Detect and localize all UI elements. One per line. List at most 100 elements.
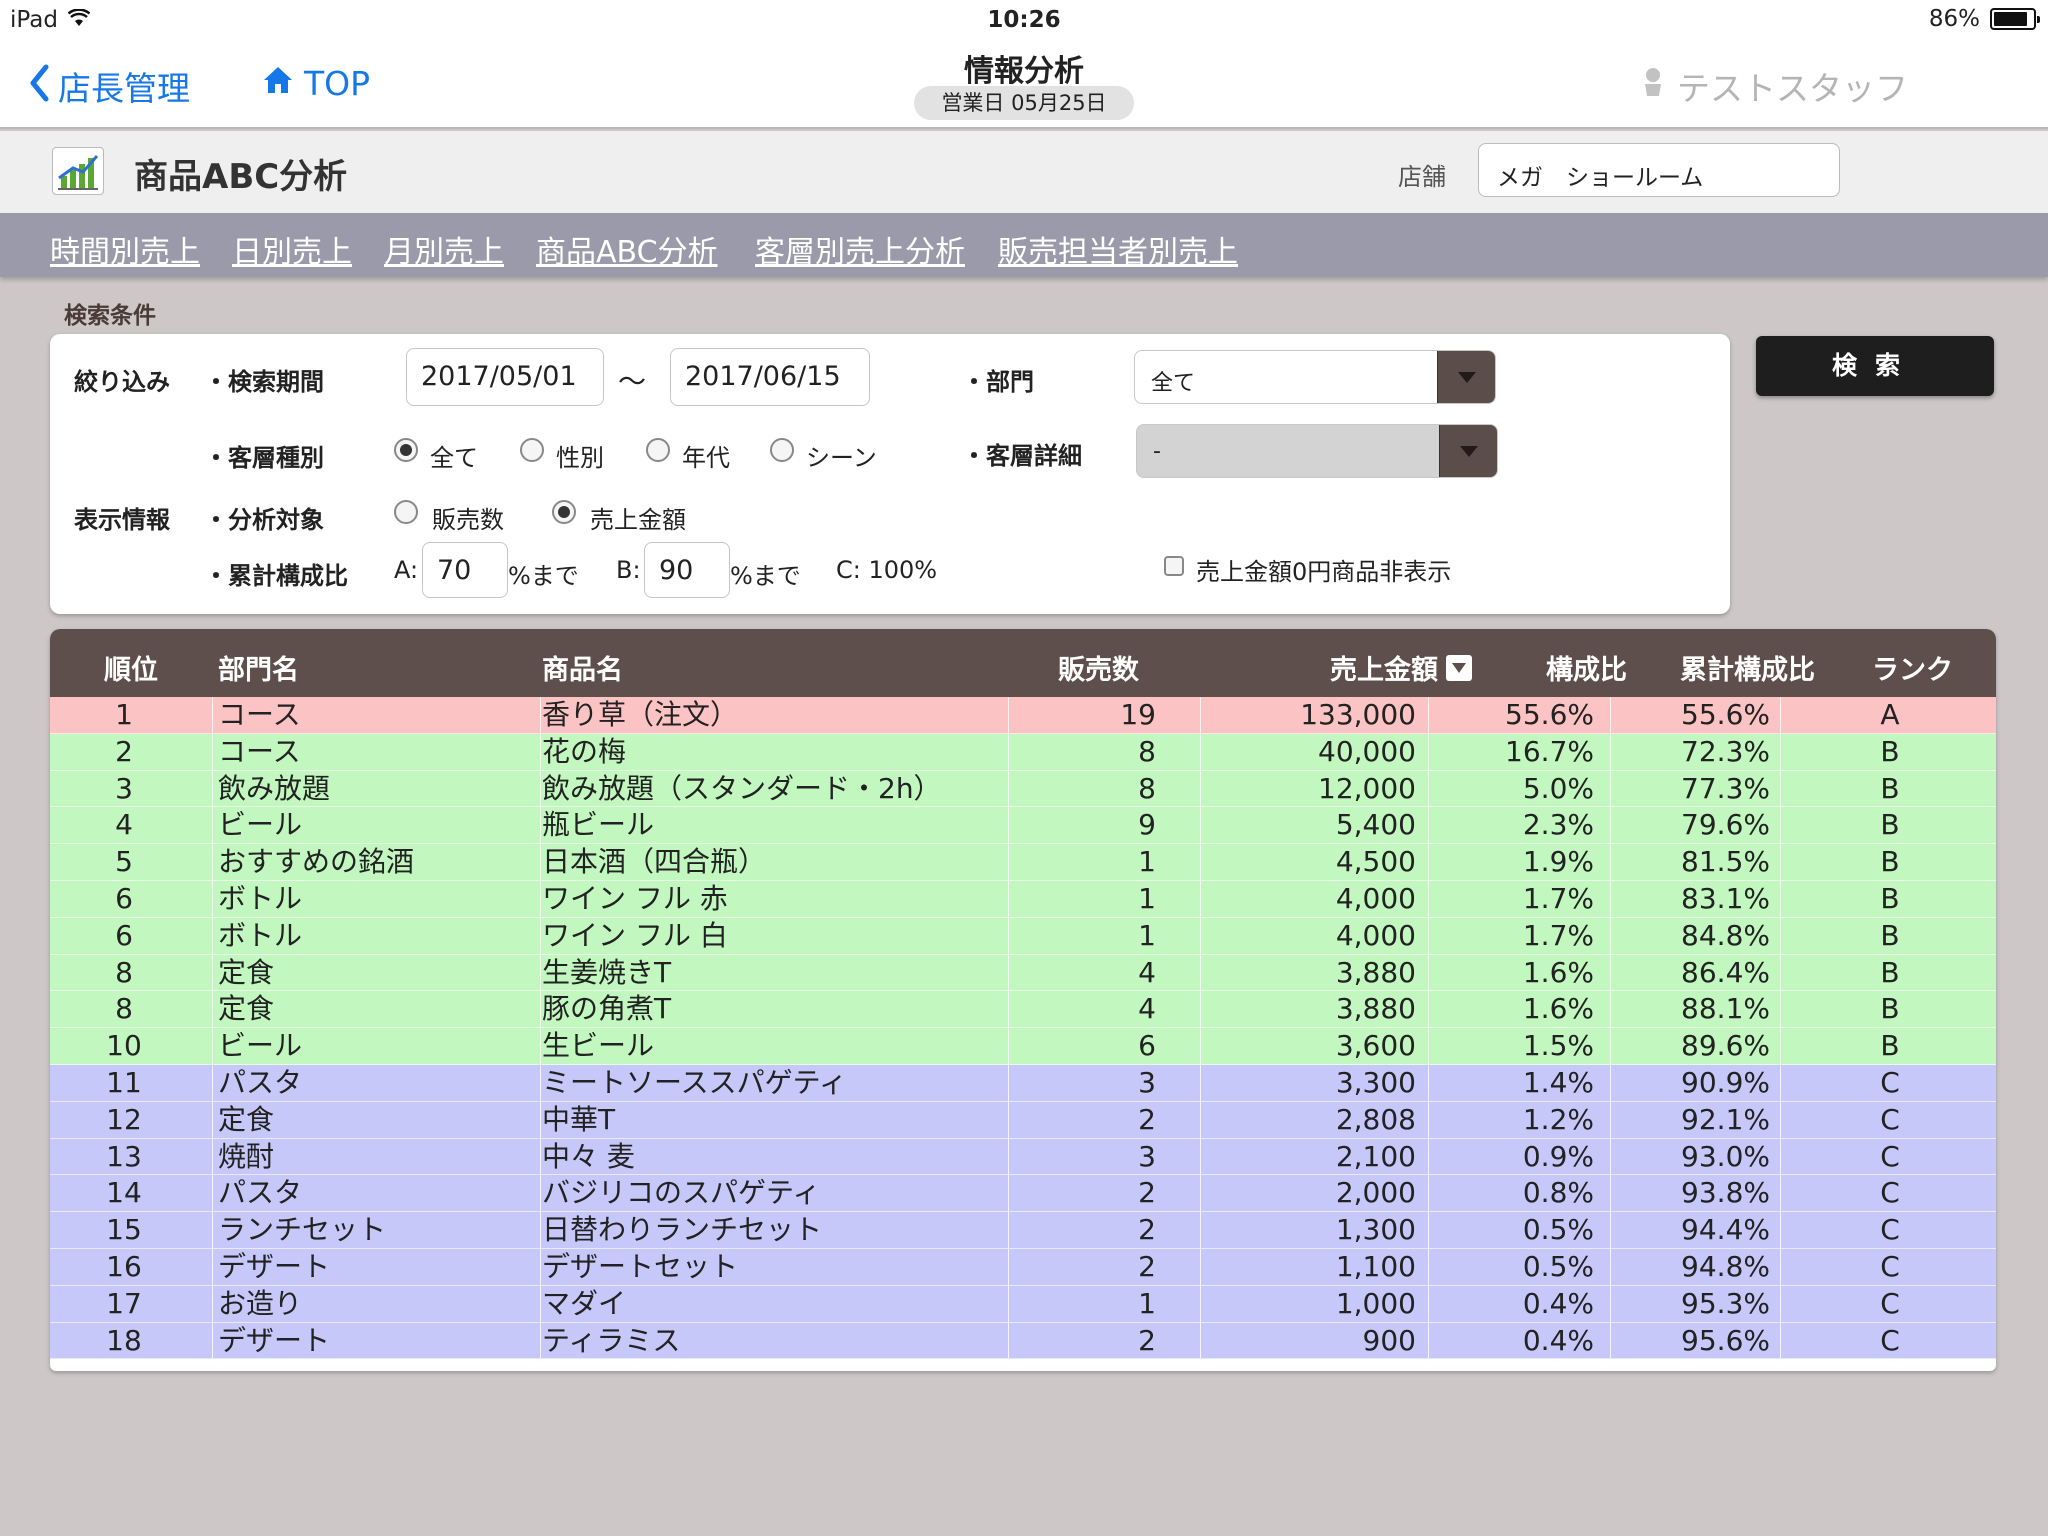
cell-grade: B <box>1880 771 1900 805</box>
cell-cumulative: 93.8% <box>1681 1176 1770 1210</box>
segment-radio-gender[interactable] <box>520 438 544 462</box>
segment-radio-age[interactable] <box>646 438 670 462</box>
table-row[interactable]: 11 パスタ ミートソーススパゲティ 3 3,300 1.4% 90.9% C <box>50 1064 1996 1102</box>
column-divider <box>1428 954 1429 991</box>
search-button[interactable]: 検索 <box>1756 336 1994 396</box>
column-divider <box>540 1322 541 1359</box>
cell-product: 生ビール <box>542 1029 655 1063</box>
table-row[interactable]: 10 ビール 生ビール 6 3,600 1.5% 89.6% B <box>50 1028 1996 1065</box>
column-divider <box>1780 770 1781 807</box>
tab-abc-analysis[interactable]: 商品ABC分析 <box>536 227 718 271</box>
navigation-bar: 店長管理 TOP 情報分析 営業日 05月25日 テストスタッフ <box>0 40 2048 129</box>
cell-product: ワイン フル 赤 <box>542 881 728 915</box>
hide-zero-sales-checkbox[interactable] <box>1164 556 1184 576</box>
table-row[interactable]: 4 ビール 瓶ビール 9 5,400 2.3% 79.6% B <box>50 807 1996 845</box>
column-divider <box>212 733 213 770</box>
column-divider <box>1610 880 1611 917</box>
table-row[interactable]: 2 コース 花の梅 8 40,000 16.7% 72.3% B <box>50 733 1996 771</box>
tab-staff-sales[interactable]: 販売担当者別売上 <box>998 227 1238 271</box>
cell-rank: 3 <box>115 771 133 805</box>
table-row[interactable]: 18 デザート ティラミス 2 900 0.4% 95.6% C <box>50 1322 1996 1360</box>
cell-grade: C <box>1880 1323 1900 1357</box>
cell-qty: 1 <box>1138 845 1156 879</box>
cumulative-ratio-label: ・累計構成比 <box>204 562 348 590</box>
cell-rank: 4 <box>115 808 133 842</box>
cell-ratio: 1.7% <box>1522 881 1594 915</box>
cell-qty: 3 <box>1138 1139 1156 1173</box>
column-divider <box>540 770 541 807</box>
b-threshold-field[interactable]: 90 <box>644 542 730 598</box>
cell-sales: 1,100 <box>1335 1249 1416 1283</box>
cell-rank: 12 <box>106 1102 142 1136</box>
table-row[interactable]: 3 飲み放題 飲み放題（スタンダード・2h） 8 12,000 5.0% 77.3% B <box>50 770 1996 808</box>
column-divider <box>1780 1322 1781 1359</box>
cell-sales: 2,000 <box>1335 1176 1416 1210</box>
cell-sales: 3,880 <box>1335 992 1416 1026</box>
table-row[interactable]: 6 ボトル ワイン フル 白 1 4,000 1.7% 84.8% B <box>50 917 1996 955</box>
table-row[interactable]: 13 焼酎 中々 麦 3 2,100 0.9% 93.0% C <box>50 1138 1996 1176</box>
column-divider <box>212 1175 213 1212</box>
table-row[interactable]: 16 デザート デザートセット 2 1,100 0.5% 94.8% C <box>50 1248 1996 1286</box>
segment-detail-select[interactable]: - <box>1136 424 1498 478</box>
cell-product: ティラミス <box>542 1323 681 1357</box>
segment-radio-scene[interactable] <box>770 438 794 462</box>
status-bar: iPad 10:26 86% <box>0 0 2048 40</box>
column-divider <box>212 954 213 991</box>
cell-sales: 5,400 <box>1335 808 1416 842</box>
cell-dept: パスタ <box>218 1065 303 1099</box>
cell-grade: B <box>1880 734 1900 768</box>
a-threshold-field[interactable]: 70 <box>422 542 508 598</box>
cell-grade: C <box>1880 1213 1900 1247</box>
table-row[interactable]: 17 お造り マダイ 1 1,000 0.4% 95.3% C <box>50 1285 1996 1323</box>
table-row[interactable]: 6 ボトル ワイン フル 赤 1 4,000 1.7% 83.1% B <box>50 880 1996 918</box>
table-row[interactable]: 8 定食 豚の角煮T 4 3,880 1.6% 88.1% B <box>50 991 1996 1029</box>
column-divider <box>1780 954 1781 991</box>
header-sales[interactable]: 売上金額 <box>1330 648 1472 687</box>
cell-dept: 飲み放題 <box>218 771 331 805</box>
segment-radio-all[interactable] <box>394 438 418 462</box>
tab-monthly-sales[interactable]: 月別売上 <box>384 227 504 271</box>
cell-dept: ボトル <box>218 918 303 952</box>
c-ratio-text: C: 100% <box>836 556 938 584</box>
tab-hourly-sales[interactable]: 時間別売上 <box>50 227 200 271</box>
column-divider <box>1780 1175 1781 1212</box>
store-field[interactable]: メガ ショールーム <box>1478 143 1840 197</box>
cell-qty: 1 <box>1138 1286 1156 1320</box>
table-row[interactable]: 15 ランチセット 日替わりランチセット 2 1,300 0.5% 94.4% C <box>50 1212 1996 1249</box>
column-divider <box>1428 917 1429 954</box>
column-divider <box>1780 1138 1781 1175</box>
period-to-field[interactable]: 2017/06/15 <box>670 348 870 406</box>
cell-qty: 2 <box>1138 1102 1156 1136</box>
table-row[interactable]: 8 定食 生姜焼きT 4 3,880 1.6% 86.4% B <box>50 954 1996 992</box>
target-radio-quantity[interactable] <box>394 500 418 524</box>
column-divider <box>1610 991 1611 1028</box>
tab-customer-segment-sales[interactable]: 客層別売上分析 <box>755 227 965 271</box>
table-row[interactable]: 1 コース 香り草（注文） 19 133,000 55.6% 55.6% A <box>50 697 1996 734</box>
cell-ratio: 2.3% <box>1522 808 1594 842</box>
table-row[interactable]: 12 定食 中華T 2 2,808 1.2% 92.1% C <box>50 1101 1996 1139</box>
user-button[interactable]: テストスタッフ <box>1639 62 1908 110</box>
table-row[interactable]: 5 おすすめの銘酒 日本酒（四合瓶） 1 4,500 1.9% 81.5% B <box>50 844 1996 881</box>
tab-daily-sales[interactable]: 日別売上 <box>232 227 352 271</box>
cell-rank: 16 <box>106 1249 142 1283</box>
column-divider <box>1428 1101 1429 1138</box>
cell-qty: 4 <box>1138 955 1156 989</box>
cell-ratio: 0.4% <box>1522 1286 1594 1320</box>
target-radio-sales[interactable] <box>552 500 576 524</box>
cell-cumulative: 89.6% <box>1681 1029 1770 1063</box>
sort-down-icon[interactable] <box>1446 655 1472 681</box>
user-name: テストスタッフ <box>1677 69 1908 108</box>
column-divider <box>1428 1285 1429 1322</box>
cell-qty: 2 <box>1138 1213 1156 1247</box>
cell-sales: 4,000 <box>1335 881 1416 915</box>
cell-ratio: 0.5% <box>1522 1213 1594 1247</box>
segment-label: ・客層種別 <box>204 444 324 472</box>
column-divider <box>212 1322 213 1359</box>
column-divider <box>1610 917 1611 954</box>
dept-select[interactable]: 全て <box>1134 350 1496 404</box>
column-divider <box>1610 1322 1611 1359</box>
period-from-field[interactable]: 2017/05/01 <box>406 348 604 406</box>
b-label: B: <box>616 556 641 584</box>
table-row[interactable]: 14 パスタ バジリコのスパゲティ 2 2,000 0.8% 93.8% C <box>50 1175 1996 1213</box>
column-divider <box>1428 1064 1429 1101</box>
